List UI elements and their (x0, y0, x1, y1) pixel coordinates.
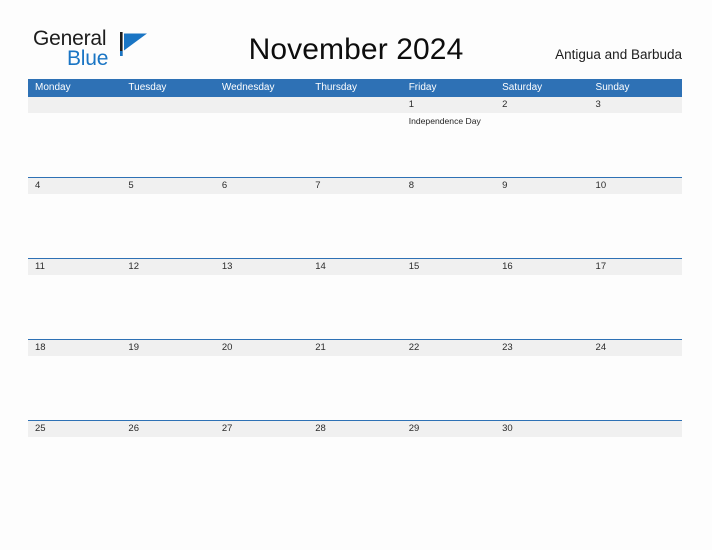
day-events[interactable] (121, 275, 214, 338)
day-events[interactable] (402, 194, 495, 257)
day-number[interactable]: 8 (402, 178, 495, 194)
day-number[interactable]: 10 (589, 178, 682, 194)
day-number[interactable]: 4 (28, 178, 121, 194)
day-events[interactable] (215, 356, 308, 419)
day-events[interactable] (121, 356, 214, 419)
day-events[interactable] (589, 113, 682, 176)
day-events[interactable] (308, 437, 401, 500)
day-events[interactable] (589, 194, 682, 257)
weekday-header-monday: Monday (35, 82, 71, 93)
day-events[interactable] (28, 194, 121, 257)
day-events[interactable] (308, 113, 401, 176)
day-number[interactable]: 21 (308, 340, 401, 356)
event-label: Independence Day (408, 116, 481, 126)
week-row: 25 26 27 28 29 30 (28, 420, 682, 501)
day-events[interactable] (28, 437, 121, 500)
day-number[interactable]: 17 (589, 259, 682, 275)
week-row: 18 19 20 21 22 23 24 (28, 339, 682, 420)
week-event-band (28, 356, 682, 419)
day-events[interactable] (121, 113, 214, 176)
day-number[interactable] (121, 97, 214, 113)
week-date-band: 11 12 13 14 15 16 17 (28, 258, 682, 275)
weekday-header-saturday: Saturday (502, 82, 543, 93)
week-event-band (28, 437, 682, 500)
day-events[interactable] (28, 113, 121, 176)
week-date-band: 18 19 20 21 22 23 24 (28, 339, 682, 356)
weekday-header-friday: Friday (408, 82, 437, 93)
week-event-band: Independence Day (28, 113, 682, 176)
day-events[interactable] (121, 437, 214, 500)
week-row: 11 12 13 14 15 16 17 (28, 258, 682, 339)
day-events[interactable] (215, 275, 308, 338)
day-number[interactable] (589, 421, 682, 437)
day-events[interactable] (215, 194, 308, 257)
day-number[interactable]: 12 (121, 259, 214, 275)
day-events[interactable] (28, 356, 121, 419)
day-number[interactable]: 19 (121, 340, 214, 356)
day-events[interactable] (589, 275, 682, 338)
day-number[interactable] (28, 97, 121, 113)
week-date-band: 1 2 3 (28, 96, 682, 113)
day-events[interactable] (121, 194, 214, 257)
day-number[interactable]: 27 (215, 421, 308, 437)
day-number[interactable]: 1 (402, 97, 495, 113)
week-event-band (28, 275, 682, 338)
day-number[interactable]: 29 (402, 421, 495, 437)
day-events[interactable] (215, 113, 308, 176)
day-events[interactable] (402, 356, 495, 419)
day-events[interactable] (308, 356, 401, 419)
day-events[interactable] (589, 437, 682, 500)
day-events[interactable] (308, 194, 401, 257)
week-event-band (28, 194, 682, 257)
day-number[interactable]: 26 (121, 421, 214, 437)
day-number[interactable]: 5 (121, 178, 214, 194)
weekday-header-wednesday: Wednesday (221, 82, 275, 93)
day-events[interactable] (215, 437, 308, 500)
day-number[interactable]: 22 (402, 340, 495, 356)
day-events[interactable] (308, 275, 401, 338)
day-number[interactable]: 6 (215, 178, 308, 194)
day-number[interactable]: 11 (28, 259, 121, 275)
day-number[interactable]: 2 (495, 97, 588, 113)
week-date-band: 25 26 27 28 29 30 (28, 420, 682, 437)
day-number[interactable]: 30 (495, 421, 588, 437)
day-number[interactable] (215, 97, 308, 113)
day-number[interactable]: 14 (308, 259, 401, 275)
day-number[interactable]: 24 (589, 340, 682, 356)
page-header: General Blue November 2024 Antigua and B… (0, 0, 712, 79)
day-number[interactable]: 7 (308, 178, 401, 194)
day-events[interactable] (495, 356, 588, 419)
weekday-header-row: Monday Tuesday Wednesday Thursday Friday… (28, 79, 682, 96)
day-events[interactable] (402, 275, 495, 338)
day-events[interactable] (495, 194, 588, 257)
day-events[interactable] (28, 275, 121, 338)
weekday-header-thursday: Thursday (315, 82, 357, 93)
region-label: Antigua and Barbuda (555, 47, 682, 62)
day-number[interactable] (308, 97, 401, 113)
day-number[interactable]: 23 (495, 340, 588, 356)
week-date-band: 4 5 6 7 8 9 10 (28, 177, 682, 194)
week-row: 1 2 3 Independence Day (28, 96, 682, 177)
day-events[interactable] (495, 275, 588, 338)
day-number[interactable]: 13 (215, 259, 308, 275)
day-number[interactable]: 9 (495, 178, 588, 194)
weekday-header-sunday: Sunday (595, 82, 630, 93)
week-row: 4 5 6 7 8 9 10 (28, 177, 682, 258)
day-events[interactable]: Independence Day (402, 113, 495, 176)
day-number[interactable]: 16 (495, 259, 588, 275)
day-number[interactable]: 3 (589, 97, 682, 113)
day-number[interactable]: 15 (402, 259, 495, 275)
day-number[interactable]: 28 (308, 421, 401, 437)
day-events[interactable] (402, 437, 495, 500)
calendar-table: Monday Tuesday Wednesday Thursday Friday… (28, 79, 682, 501)
day-number[interactable]: 18 (28, 340, 121, 356)
day-events[interactable] (495, 113, 588, 176)
day-events[interactable] (589, 356, 682, 419)
day-events[interactable] (495, 437, 588, 500)
day-number[interactable]: 25 (28, 421, 121, 437)
day-number[interactable]: 20 (215, 340, 308, 356)
weekday-header-tuesday: Tuesday (128, 82, 167, 93)
